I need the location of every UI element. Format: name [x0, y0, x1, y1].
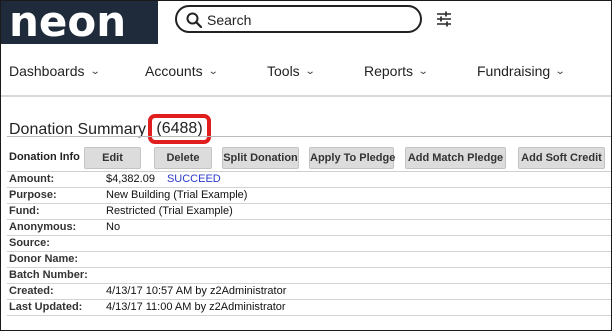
chevron-down-icon: ⌄ — [89, 66, 101, 77]
detail-value: 4/13/17 11:00 AM by z2Administrator — [106, 301, 286, 313]
chevron-down-icon: ⌄ — [554, 66, 566, 77]
row-divider — [7, 315, 611, 316]
detail-label: Donor Name: — [9, 253, 79, 265]
nav-item-label: Fundraising — [477, 63, 551, 79]
divider — [7, 171, 611, 172]
main-nav: Dashboards ⌄ Accounts ⌄ Tools ⌄ Reports ⌄ Fu… — [1, 45, 611, 97]
row-divider — [7, 235, 611, 236]
app-frame: neon Dashboards ⌄ Accounts ⌄ Tools ⌄ — [0, 0, 612, 331]
detail-row-created: Created: 4/13/17 10:57 AM by z2Administr… — [1, 285, 611, 300]
row-divider — [7, 267, 611, 268]
page-title: Donation Summary (6488) — [9, 114, 211, 145]
status-link[interactable]: SUCCEED — [167, 173, 221, 185]
detail-label: Anonymous: — [9, 221, 77, 233]
divider — [7, 136, 611, 137]
toolbar-label: Donation Info — [9, 151, 80, 163]
detail-value: $4,382.09 SUCCEED — [106, 173, 221, 185]
row-divider — [7, 187, 611, 188]
chevron-down-icon: ⌄ — [417, 66, 429, 77]
search-box[interactable] — [175, 5, 422, 33]
chevron-down-icon: ⌄ — [304, 66, 316, 77]
detail-label: Amount: — [9, 173, 55, 185]
detail-label: Created: — [9, 285, 54, 297]
detail-value: No — [106, 221, 121, 233]
search-icon — [186, 12, 202, 28]
nav-item-label: Tools — [267, 63, 300, 79]
detail-label: Batch Number: — [9, 269, 88, 281]
top-bar: neon — [1, 1, 611, 46]
row-divider — [7, 219, 611, 220]
row-divider — [7, 283, 611, 284]
filter-sliders-icon[interactable] — [436, 11, 452, 27]
detail-row-last-updated: Last Updated: 4/13/17 11:00 AM by z2Admi… — [1, 301, 611, 316]
detail-value: Restricted (Trial Example) — [106, 205, 233, 217]
detail-value: New Building (Trial Example) — [106, 189, 248, 201]
detail-row-purpose: Purpose: New Building (Trial Example) — [1, 189, 611, 204]
nav-item-tools[interactable]: Tools ⌄ — [267, 63, 316, 79]
split-donation-button[interactable]: Split Donation — [222, 147, 299, 169]
detail-label: Source: — [9, 237, 50, 249]
donation-count-badge: (6488) — [148, 114, 211, 144]
nav-item-accounts[interactable]: Accounts ⌄ — [145, 63, 219, 79]
nav-item-label: Reports — [364, 63, 414, 79]
nav-item-label: Dashboards — [9, 63, 85, 79]
search-input[interactable] — [207, 10, 407, 30]
delete-button[interactable]: Delete — [154, 147, 212, 169]
add-soft-credit-button[interactable]: Add Soft Credit — [518, 147, 605, 169]
nav-item-fundraising[interactable]: Fundraising ⌄ — [477, 63, 566, 79]
row-divider — [7, 203, 611, 204]
logo[interactable]: neon — [1, 1, 158, 46]
detail-row-batch-number: Batch Number: — [1, 269, 611, 284]
detail-row-source: Source: — [1, 237, 611, 252]
detail-label: Fund: — [9, 205, 40, 217]
amount-value: $4,382.09 — [106, 173, 155, 185]
detail-row-amount: Amount: $4,382.09 SUCCEED — [1, 173, 611, 188]
logo-text: neon — [9, 0, 127, 46]
nav-item-label: Accounts — [145, 63, 203, 79]
apply-to-pledge-button[interactable]: Apply To Pledge — [309, 147, 395, 169]
detail-label: Purpose: — [9, 189, 57, 201]
detail-row-donor-name: Donor Name: — [1, 253, 611, 268]
detail-row-anonymous: Anonymous: No — [1, 221, 611, 236]
add-match-pledge-button[interactable]: Add Match Pledge — [405, 147, 506, 169]
detail-value: 4/13/17 10:57 AM by z2Administrator — [106, 285, 287, 297]
chevron-down-icon: ⌄ — [207, 66, 219, 77]
detail-label: Last Updated: — [9, 301, 83, 313]
donation-toolbar: Donation Info Edit Delete Split Donation… — [1, 144, 611, 170]
edit-button[interactable]: Edit — [84, 147, 141, 169]
detail-row-fund: Fund: Restricted (Trial Example) — [1, 205, 611, 220]
nav-item-reports[interactable]: Reports ⌄ — [364, 63, 429, 79]
row-divider — [7, 299, 611, 300]
nav-item-dashboards[interactable]: Dashboards ⌄ — [9, 63, 101, 79]
row-divider — [7, 251, 611, 252]
